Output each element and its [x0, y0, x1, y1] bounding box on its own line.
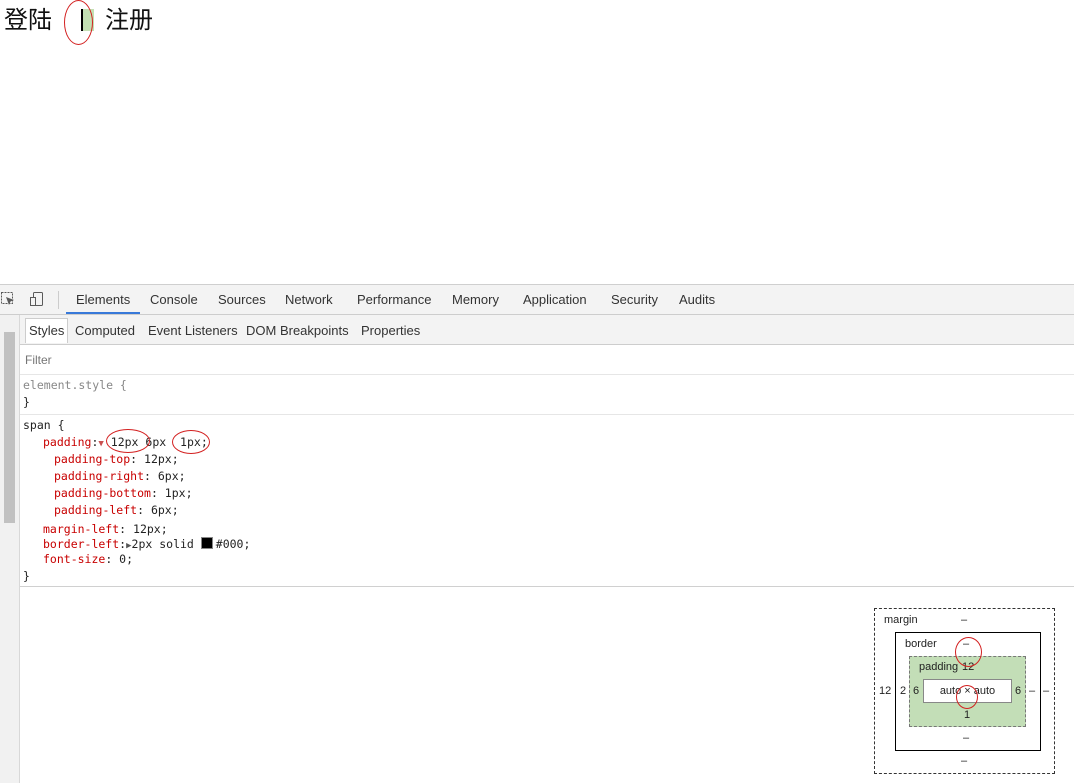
span-close: } — [23, 569, 30, 583]
toolbar-divider — [58, 291, 59, 309]
devtools-panel: Elements Console Sources Network Perform… — [0, 284, 1074, 783]
padding-top-value: 12px; — [144, 452, 179, 466]
padding-top-declaration[interactable]: padding-top: 12px; — [54, 451, 179, 468]
span-selector[interactable]: span { — [23, 417, 65, 434]
login-link[interactable]: 登陆 — [4, 4, 52, 36]
border-left-color: #000; — [215, 537, 251, 551]
annotation-circle-padding-top — [955, 637, 982, 667]
tab-elements[interactable]: Elements — [76, 285, 130, 314]
margin-right-value[interactable]: – — [1043, 685, 1049, 697]
padding-left-value[interactable]: 6 — [913, 685, 919, 697]
padding-left-value: 6px; — [150, 503, 179, 517]
annotation-circle-padding-bottom — [956, 685, 978, 709]
margin-left-value: 12px; — [133, 522, 168, 536]
padding-label: padding — [919, 661, 959, 673]
padding-right-declaration[interactable]: padding-right: 6px; — [54, 468, 186, 485]
padding-top-prop: padding-top — [54, 452, 131, 466]
register-link[interactable]: 注册 — [105, 4, 153, 36]
element-style-rule: element.style { } — [20, 375, 1074, 415]
padding-bottom-value[interactable]: 1 — [964, 709, 970, 721]
border-right-value[interactable]: – — [1029, 685, 1035, 697]
padding-prop: padding — [43, 435, 92, 449]
subtab-event-listeners[interactable]: Event Listeners — [148, 315, 238, 344]
expand-triangle-icon[interactable]: ▼ — [98, 439, 103, 449]
tab-memory[interactable]: Memory — [452, 285, 499, 314]
border-left-value[interactable]: 2 — [900, 685, 906, 697]
padding-right-value: 6px; — [157, 469, 186, 483]
tab-sources[interactable]: Sources — [218, 285, 266, 314]
box-model-diagram: margin – 12 – – border – 2 – – padding 1… — [874, 608, 1055, 774]
active-tab-indicator — [66, 312, 140, 314]
tab-network[interactable]: Network — [285, 285, 333, 314]
element-style-close: } — [23, 395, 30, 409]
margin-bottom-value[interactable]: – — [961, 755, 967, 767]
tab-audits[interactable]: Audits — [679, 285, 715, 314]
annotation-circle-separator — [64, 0, 93, 45]
border-bottom-value[interactable]: – — [963, 732, 969, 744]
margin-top-value[interactable]: – — [961, 614, 967, 626]
styles-subtab-bar: Styles Computed Event Listeners DOM Brea… — [20, 315, 1074, 345]
subtab-computed[interactable]: Computed — [75, 315, 135, 344]
page-content: 登陆 注册 — [0, 0, 1074, 284]
padding-right-value[interactable]: 6 — [1015, 685, 1021, 697]
annotation-circle-12px — [106, 429, 150, 453]
padding-left-declaration[interactable]: padding-left: 6px; — [54, 502, 179, 519]
color-swatch-icon[interactable] — [200, 537, 213, 549]
subtab-dom-breakpoints[interactable]: DOM Breakpoints — [246, 315, 349, 344]
subtab-styles[interactable]: Styles — [29, 315, 64, 344]
padding-right-prop: padding-right — [54, 469, 145, 483]
padding-bottom-prop: padding-bottom — [54, 486, 151, 500]
border-label: border — [905, 638, 937, 650]
subtab-properties[interactable]: Properties — [361, 315, 420, 344]
device-toolbar-icon[interactable] — [29, 291, 45, 307]
tab-application[interactable]: Application — [523, 285, 587, 314]
span-style-rule: span { padding:▼ 12px 6px 1px; padding-t… — [20, 415, 1074, 587]
tab-security[interactable]: Security — [611, 285, 658, 314]
scrollbar-thumb[interactable] — [4, 332, 15, 523]
padding-bottom-declaration[interactable]: padding-bottom: 1px; — [54, 485, 193, 502]
filter-input[interactable] — [23, 350, 427, 370]
font-size-value: 0; — [119, 552, 134, 566]
margin-left-value[interactable]: 12 — [879, 685, 891, 697]
border-left-value: 2px solid — [131, 537, 201, 551]
devtools-toolbar: Elements Console Sources Network Perform… — [0, 285, 1074, 315]
font-size-prop: font-size — [43, 552, 106, 566]
annotation-circle-1px — [172, 430, 210, 454]
inspect-element-icon[interactable] — [0, 291, 16, 307]
margin-left-prop: margin-left — [43, 522, 120, 536]
padding-bottom-value: 1px; — [164, 486, 193, 500]
styles-scrollbar-track[interactable] — [0, 315, 20, 783]
border-left-prop: border-left — [43, 537, 120, 551]
padding-left-prop: padding-left — [54, 503, 138, 517]
margin-label: margin — [884, 614, 918, 626]
tab-performance[interactable]: Performance — [357, 285, 431, 314]
font-size-declaration[interactable]: font-size: 0; — [43, 551, 133, 568]
styles-filter-bar — [20, 345, 1074, 375]
element-style-selector[interactable]: element.style { — [23, 377, 127, 394]
tab-console[interactable]: Console — [150, 285, 198, 314]
